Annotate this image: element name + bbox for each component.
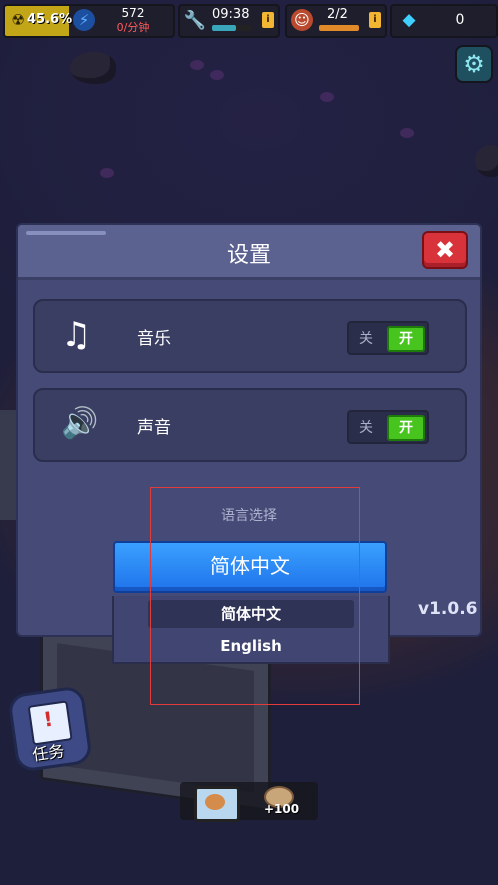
radiation-percent: 45.6%: [27, 12, 73, 27]
version-label: v1.0.6: [418, 599, 478, 619]
task-button[interactable]: ! 任务: [6, 685, 94, 773]
gems-count: 0: [455, 12, 465, 28]
radiation-icon: ☢: [11, 11, 25, 29]
settings-header: 设置 ✖: [18, 225, 480, 280]
ad-reward-button[interactable]: +100: [180, 782, 318, 822]
sound-toggle-on[interactable]: 开: [387, 415, 425, 441]
music-toggle-on[interactable]: 开: [387, 326, 425, 352]
music-note-icon: ♫: [61, 315, 92, 355]
resource-bar-gems[interactable]: ◆ 0: [390, 4, 498, 38]
settings-title: 设置: [226, 243, 271, 268]
sound-toggle[interactable]: 关 开: [347, 410, 429, 444]
timer-value: 09:38: [212, 7, 250, 22]
wrench-icon: 🔧: [183, 9, 207, 31]
timer-info-badge[interactable]: i: [262, 12, 274, 28]
energy-value: 572: [121, 6, 145, 20]
resource-bar-workers[interactable]: ☺ 2/2 i: [285, 4, 387, 38]
music-label: 音乐: [137, 329, 171, 349]
diamond-icon: ◆: [402, 10, 416, 30]
timer-progress-bar: [212, 25, 252, 31]
lightning-icon: ⚡: [73, 9, 95, 31]
sound-label: 声音: [137, 418, 171, 438]
close-icon: ✖: [434, 236, 456, 264]
resource-bar-timer[interactable]: 🔧 09:38 i: [178, 4, 280, 38]
music-setting-row: ♫ 音乐 关 开: [33, 299, 467, 373]
workers-count: 2/2: [327, 7, 348, 22]
worker-avatar-icon: ☺: [291, 9, 313, 31]
music-toggle[interactable]: 关 开: [347, 321, 429, 355]
resource-bar-radiation-energy[interactable]: ☢ 45.6% ⚡ 572 0/分钟: [3, 4, 175, 38]
reward-amount: +100: [264, 802, 300, 816]
workers-info-badge[interactable]: i: [369, 12, 381, 28]
sound-setting-row: 🔊 声音 关 开: [33, 388, 467, 462]
music-toggle-off[interactable]: 关: [359, 328, 373, 348]
tv-icon: [194, 786, 240, 822]
task-label: 任务: [31, 741, 66, 765]
sound-toggle-off[interactable]: 关: [359, 417, 373, 437]
close-button[interactable]: ✖: [422, 231, 468, 269]
annotation-highlight-box: [150, 487, 360, 705]
workers-progress-bar: [319, 25, 359, 31]
gear-icon[interactable]: ⚙: [455, 45, 493, 83]
energy-rate: 0/分钟: [116, 21, 150, 34]
speaker-icon: 🔊: [61, 406, 99, 441]
